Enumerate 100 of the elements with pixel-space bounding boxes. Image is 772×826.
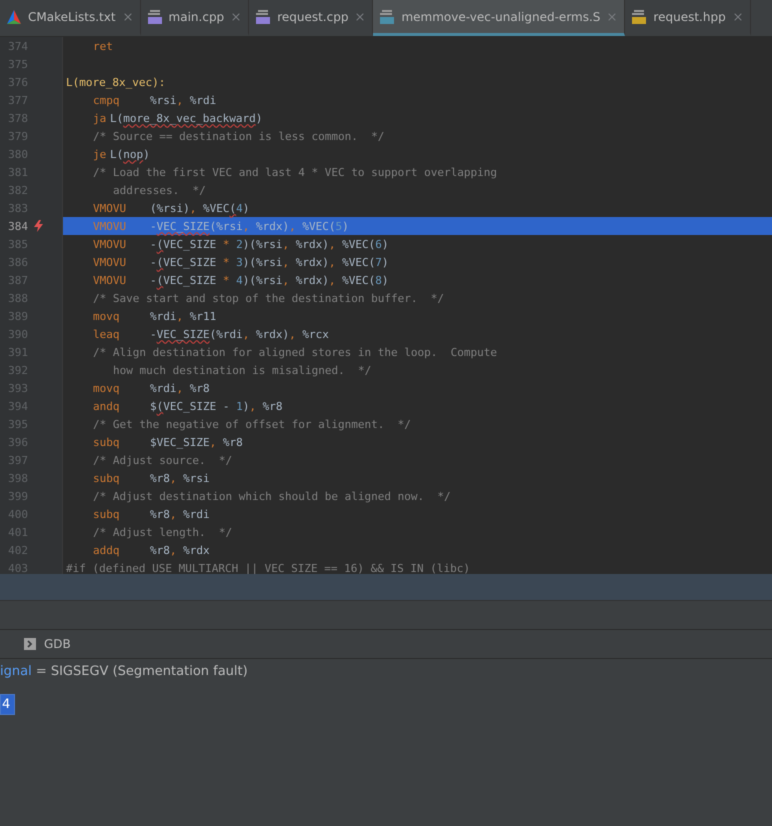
code-token: %rdi <box>183 508 210 520</box>
code-token: nop <box>123 148 144 160</box>
code-token: ( <box>328 220 336 232</box>
code-token: * <box>222 274 230 286</box>
code-token: %rsi <box>256 238 282 250</box>
code-token: %rdi <box>150 310 176 322</box>
code-token: ) <box>282 328 290 340</box>
code-token: ) <box>382 274 388 286</box>
code-token: %rsi <box>156 202 184 214</box>
code-token: VEC_SIZE <box>163 238 218 250</box>
code-token: ) <box>183 202 190 214</box>
code-token: L( <box>110 112 124 124</box>
code-token: * <box>222 256 230 268</box>
code-token: /* Adjust destination which should be aligned now. */ <box>93 490 451 502</box>
code-token: 4 <box>236 274 243 286</box>
code-token: VMOVU <box>93 238 128 250</box>
code-token: VEC_SIZE <box>156 220 210 232</box>
code-token: , <box>328 238 336 250</box>
code-token: VEC_SIZE - <box>163 400 230 412</box>
code-token: 6 <box>375 238 382 250</box>
code-token: addq <box>93 544 120 556</box>
variable-name: ignal <box>0 664 32 678</box>
code-token: leaq <box>93 328 120 340</box>
code-token: ) <box>256 112 262 124</box>
code-token: VEC_SIZE <box>163 274 218 286</box>
code-token: ) <box>322 238 329 250</box>
code-token: %r8 <box>262 400 282 412</box>
close-icon[interactable] <box>230 10 242 22</box>
code-token: %rsi <box>256 256 282 268</box>
code-token: , <box>249 400 257 412</box>
code-token: %rcx <box>302 328 329 340</box>
code-token: VMOVU <box>93 256 128 268</box>
code-token: VEC_SIZE <box>163 256 218 268</box>
code-token: ( <box>368 238 376 250</box>
file-type-icon <box>146 8 163 24</box>
code-token: ) <box>282 220 290 232</box>
code-token: , <box>282 274 290 286</box>
code-token: ( <box>368 274 376 286</box>
code-token: %r8 <box>150 544 170 556</box>
code-token: %rdx <box>256 220 282 232</box>
code-token: je <box>93 148 108 160</box>
code-token: VMOVU <box>93 220 128 232</box>
code-token: ( <box>156 274 164 286</box>
code-token: 2 <box>236 238 243 250</box>
code-token: /* Get the negative of offset for alignment. */ <box>93 418 411 430</box>
code-token: , <box>328 256 336 268</box>
code-token: ret <box>93 40 114 52</box>
code-token: addresses. */ <box>113 184 206 196</box>
code-token: %VEC <box>342 256 369 268</box>
code-token: 1 <box>236 400 243 412</box>
code-token: %r11 <box>190 310 216 322</box>
code-token: , <box>210 436 218 448</box>
variable-value: = SIGSEGV (Segmentation fault) <box>34 664 248 678</box>
code-token: %rdi <box>150 382 176 394</box>
code-token: L(more_8x_vec): <box>66 76 166 88</box>
code-token: %VEC <box>203 202 230 214</box>
code-token: /* Adjust length. */ <box>93 526 232 538</box>
frame-number-badge[interactable]: 4 <box>0 694 16 715</box>
code-token: VEC_SIZE <box>156 328 210 340</box>
file-type-icon <box>631 8 648 24</box>
code-token: %rdx <box>296 274 322 286</box>
code-token: %r8 <box>222 436 243 448</box>
code-token: $VEC_SIZE <box>150 436 210 448</box>
code-token: ( <box>230 202 236 214</box>
code-token: ( <box>210 328 216 340</box>
code-token: 8 <box>375 274 382 286</box>
code-token: L( <box>110 148 124 160</box>
close-icon[interactable] <box>732 10 744 22</box>
close-icon[interactable] <box>354 10 366 22</box>
code-token: , <box>242 328 250 340</box>
line-number: 384 <box>7 220 28 232</box>
console-icon <box>24 638 36 650</box>
code-token: VMOVU <box>93 202 128 214</box>
code-token: , <box>170 472 178 484</box>
code-token: /* Adjust source. */ <box>93 454 232 466</box>
code-token: )( <box>242 274 256 286</box>
code-token: , <box>282 238 290 250</box>
code-token: subq <box>93 508 120 520</box>
debug-tab[interactable]: GDB <box>18 630 77 658</box>
lightning-icon <box>34 220 43 232</box>
code-token: ( <box>150 202 157 214</box>
code-token: %rsi <box>150 94 176 106</box>
editor-tab[interactable]: main.cpp <box>140 0 250 36</box>
code-token: ( <box>368 256 376 268</box>
code-token: ) <box>322 256 329 268</box>
code-token: #if (defined USE_MULTIARCH || VEC_SIZE == 16) && IS_IN (libc) <box>66 562 470 574</box>
close-icon[interactable] <box>122 10 134 22</box>
code-token: , <box>242 220 250 232</box>
code-token: 4 <box>236 202 243 214</box>
code-token: /* Source == destination is less common. */ <box>93 130 384 142</box>
code-token: - <box>150 256 157 268</box>
close-icon[interactable] <box>606 10 618 22</box>
code-token: ) <box>242 202 250 214</box>
code-token: subq <box>93 472 120 484</box>
code-token: %VEC <box>342 274 369 286</box>
code-token: movq <box>93 310 120 322</box>
editor-tab[interactable]: memmove-vec-unaligned-erms.S <box>373 0 626 36</box>
code-token: , <box>289 220 297 232</box>
code-token: %rdx <box>296 256 322 268</box>
code-token: how much destination is misaligned. */ <box>113 364 372 376</box>
